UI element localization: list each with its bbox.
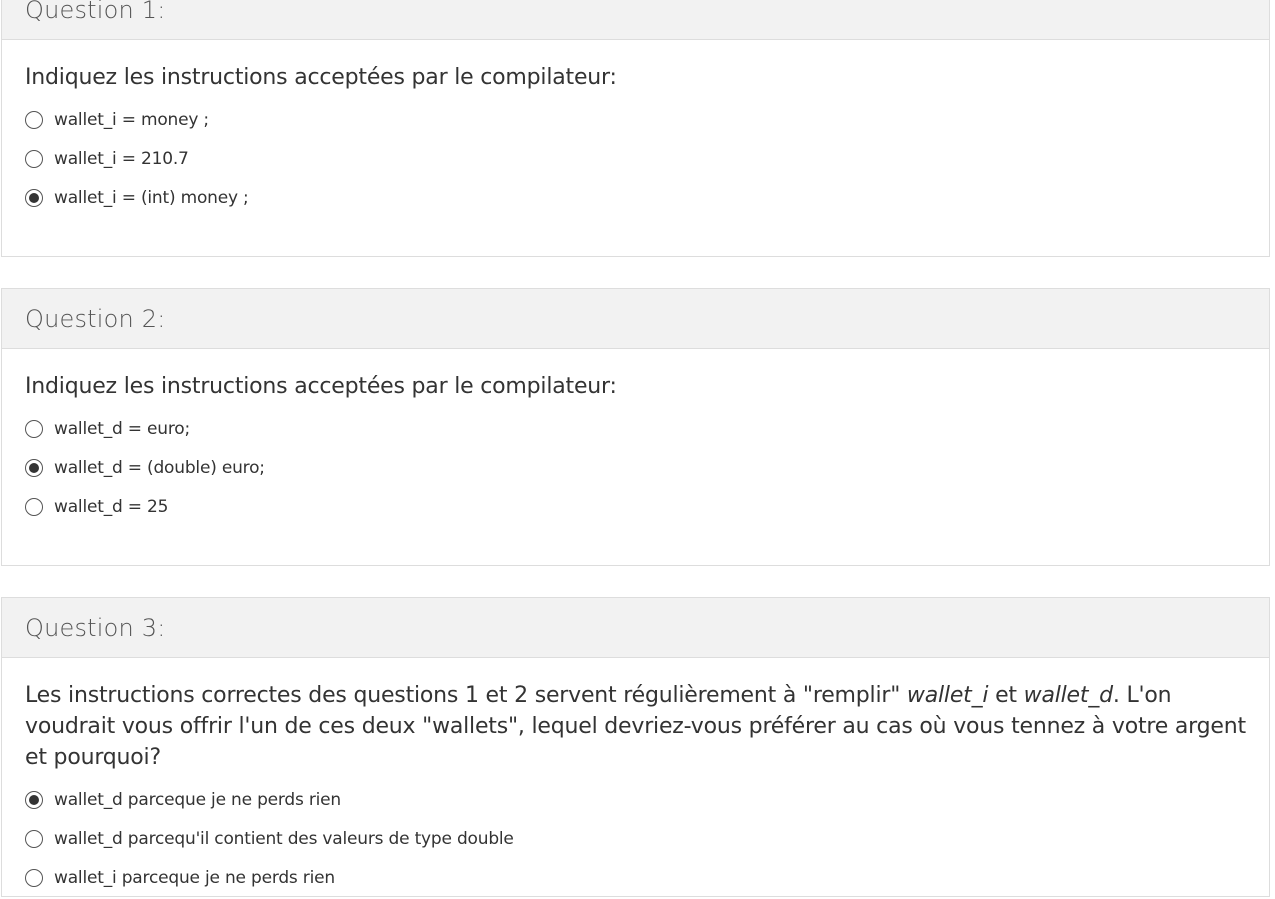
question-heading-1: Question 1:	[2, 0, 1269, 40]
option-label: wallet_i = 210.7	[54, 148, 189, 169]
question-title-3: Question 3:	[25, 613, 166, 642]
prompt-text: et	[988, 683, 1024, 708]
option-label: wallet_d = 25	[54, 496, 169, 517]
radio-button[interactable]	[25, 188, 43, 207]
option-3-1[interactable]: wallet_d parceque je ne perds rien	[25, 782, 1246, 821]
option-1-2[interactable]: wallet_i = 210.7	[25, 141, 1246, 180]
question-panel-3: Question 3: Les instructions correctes d…	[1, 597, 1270, 897]
question-title-1: Question 1:	[25, 0, 166, 24]
option-label: wallet_d parceque je ne perds rien	[54, 789, 342, 810]
question-heading-3: Question 3:	[2, 598, 1269, 658]
radio-button[interactable]	[25, 458, 43, 477]
variable-wallet-d: wallet_d	[1023, 683, 1113, 708]
radio-button[interactable]	[25, 110, 43, 129]
question-prompt-2: Indiquez les instructions acceptées par …	[25, 374, 617, 399]
question-heading-2: Question 2:	[2, 289, 1269, 349]
radio-button[interactable]	[25, 829, 43, 848]
option-label: wallet_d = euro;	[54, 418, 191, 439]
prompt-text: Les instructions correctes des questions…	[25, 683, 907, 708]
question-body-2: Indiquez les instructions acceptées par …	[2, 349, 1269, 528]
option-2-2[interactable]: wallet_d = (double) euro;	[25, 450, 1246, 489]
option-1-3[interactable]: wallet_i = (int) money ;	[25, 180, 1246, 219]
radio-button[interactable]	[25, 419, 43, 438]
option-label: wallet_i parceque je ne perds rien	[54, 867, 335, 888]
option-2-1[interactable]: wallet_d = euro;	[25, 411, 1246, 450]
option-1-1[interactable]: wallet_i = money ;	[25, 102, 1246, 141]
question-panel-1: Question 1: Indiquez les instructions ac…	[1, 0, 1270, 257]
radio-button[interactable]	[25, 790, 43, 809]
question-prompt-3: Les instructions correctes des questions…	[25, 680, 1246, 773]
question-prompt-1: Indiquez les instructions acceptées par …	[25, 65, 617, 90]
radio-button[interactable]	[25, 868, 43, 887]
option-label: wallet_i = (int) money ;	[54, 187, 249, 208]
option-label: wallet_i = money ;	[54, 109, 209, 130]
radio-button[interactable]	[25, 149, 43, 168]
option-label: wallet_d parcequ'il contient des valeurs…	[54, 828, 514, 849]
option-label: wallet_d = (double) euro;	[54, 457, 265, 478]
question-title-2: Question 2:	[25, 304, 166, 333]
option-3-2[interactable]: wallet_d parcequ'il contient des valeurs…	[25, 821, 1246, 860]
question-panel-2: Question 2: Indiquez les instructions ac…	[1, 288, 1270, 566]
question-body-1: Indiquez les instructions acceptées par …	[2, 40, 1269, 219]
option-3-3[interactable]: wallet_i parceque je ne perds rien	[25, 860, 1246, 899]
variable-wallet-i: wallet_i	[906, 683, 989, 708]
question-body-3: Les instructions correctes des questions…	[2, 658, 1269, 899]
radio-button[interactable]	[25, 497, 43, 516]
option-2-3[interactable]: wallet_d = 25	[25, 489, 1246, 528]
